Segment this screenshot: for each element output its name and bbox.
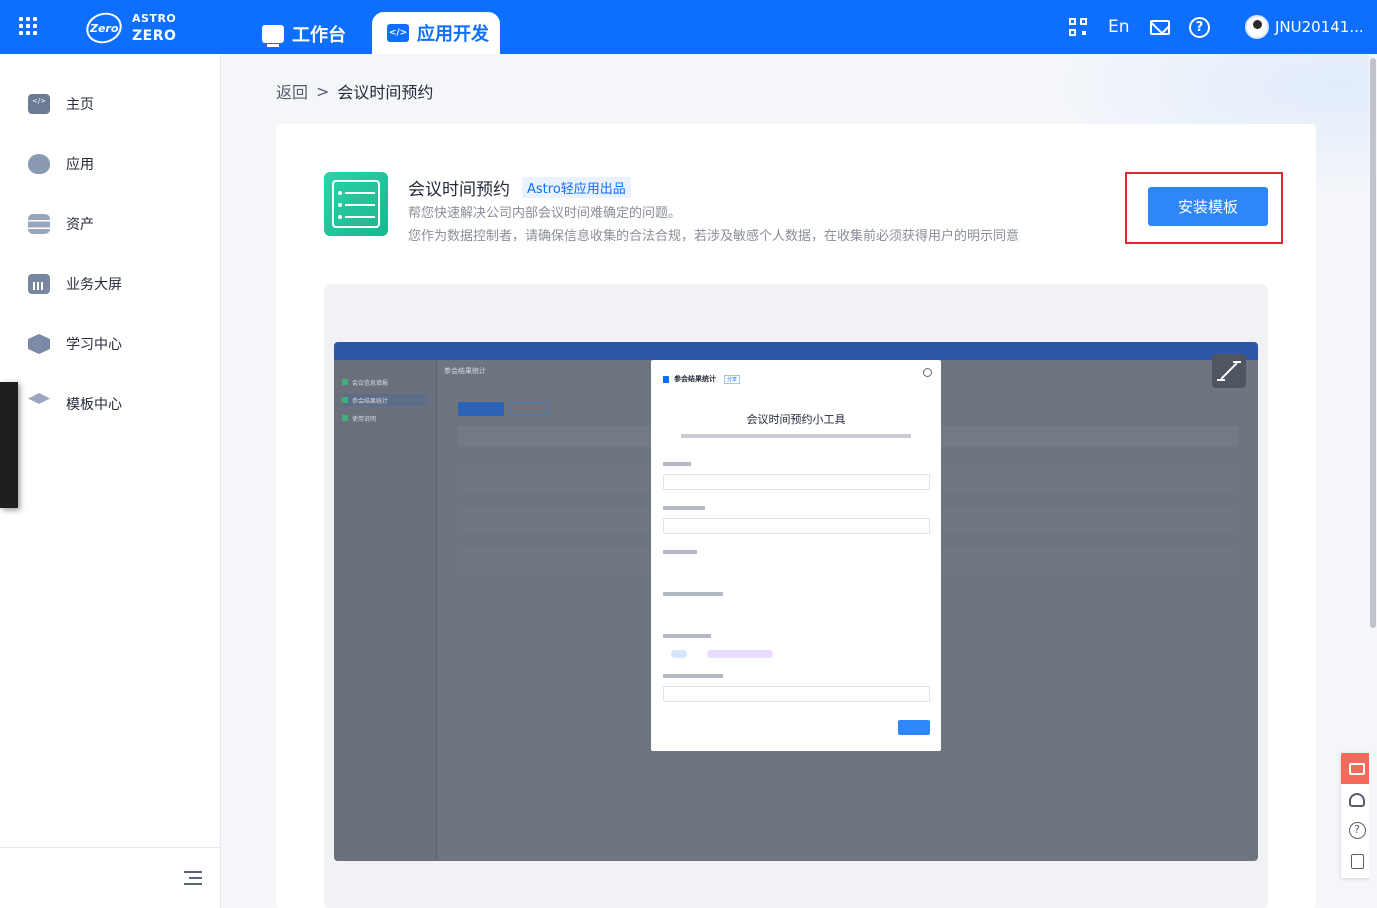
template-list-icon <box>324 172 388 236</box>
breadcrumb-back-link[interactable]: 返回 <box>276 79 308 103</box>
sidebar-item-apps[interactable]: 应用 <box>28 152 94 176</box>
sidebar-item-templates[interactable]: 模板中心 <box>28 392 122 416</box>
sidebar-item-label: 业务大屏 <box>66 277 122 293</box>
question-icon: ? <box>1348 822 1366 839</box>
preview-sidebar-item: 会议信息填报 <box>352 379 389 387</box>
install-template-button[interactable]: 安装模板 <box>1148 187 1268 226</box>
preview-modal: 参会结果统计 分享 会议时间预约小工具 <box>651 360 941 751</box>
user-name: JNU20141... <box>1275 18 1364 36</box>
database-icon <box>28 214 50 234</box>
privacy-notice: 您作为数据控制者，请确保信息收集的合法合规，若涉及敏感个人数据，在收集前必须获得… <box>408 229 1020 244</box>
breadcrumb: 返回 > 会议时间预约 <box>276 79 433 103</box>
sidebar-item-label: 资产 <box>66 217 94 233</box>
app-icon <box>28 154 50 174</box>
template-layers-icon <box>28 393 50 404</box>
template-preview-area: 会议信息填报 参会结果统计 使用说明 参会结果统计 参会结果统计 分享 会议时间… <box>324 284 1268 908</box>
help-icon[interactable]: ? <box>1189 0 1210 54</box>
preview-modal-header: 参会结果统计 <box>674 375 716 383</box>
chat-icon <box>1349 762 1365 775</box>
sidebar-item-label: 应用 <box>66 157 94 173</box>
template-preview-screenshot: 会议信息填报 参会结果统计 使用说明 参会结果统计 参会结果统计 分享 会议时间… <box>334 342 1258 861</box>
breadcrumb-separator: > <box>316 81 330 101</box>
tab-app-development-label: 应用开发 <box>417 24 489 45</box>
template-description: 帮您快速解决公司内部会议时间难确定的问题。 <box>408 206 682 221</box>
template-detail-card: 会议时间预约 Astro轻应用出品 帮您快速解决公司内部会议时间难确定的问题。 … <box>276 124 1316 908</box>
mail-icon[interactable] <box>1150 0 1170 54</box>
page-scrollbar-thumb[interactable] <box>1370 58 1376 628</box>
sidebar-item-dashboard[interactable]: 业务大屏 <box>28 272 122 296</box>
template-title: 会议时间预约 <box>408 180 510 200</box>
code-icon: </> <box>387 24 409 42</box>
collapse-sidebar-icon[interactable] <box>184 871 202 885</box>
tab-workbench[interactable]: 工作台 <box>262 13 346 54</box>
headset-icon <box>1349 792 1365 807</box>
sidebar-item-label: 模板中心 <box>66 397 122 413</box>
breadcrumb-current: 会议时间预约 <box>337 83 434 102</box>
sidebar-item-learning[interactable]: 学习中心 <box>28 332 122 356</box>
avatar <box>1245 15 1269 39</box>
astro-zero-logo[interactable]: Zero ASTRO ZERO <box>82 8 186 48</box>
sidebar: 主页 应用 资产 业务大屏 学习中心 模板中心 <box>0 54 221 908</box>
learning-icon <box>28 334 50 354</box>
app-grid-icon[interactable] <box>19 17 37 35</box>
template-title-row: 会议时间预约 Astro轻应用出品 <box>408 175 631 200</box>
feedback-edit-icon <box>1350 854 1364 869</box>
sidebar-divider <box>0 847 220 848</box>
sidebar-item-assets[interactable]: 资产 <box>28 212 94 236</box>
home-code-icon <box>28 94 50 114</box>
qr-code-icon[interactable] <box>1069 0 1089 54</box>
monitor-icon <box>262 24 284 47</box>
preview-modal-title: 会议时间预约小工具 <box>746 413 846 426</box>
preview-sidebar-item: 参会结果统计 <box>352 397 389 405</box>
sidebar-item-label: 主页 <box>66 97 94 113</box>
preview-modal-tag: 分享 <box>724 374 741 384</box>
preview-page-title: 参会结果统计 <box>444 367 486 375</box>
expand-preview-icon[interactable] <box>1212 354 1246 388</box>
tab-app-development[interactable]: </> 应用开发 <box>372 12 500 54</box>
top-bar: Zero ASTRO ZERO 工作台 </> 应用开发 En ? JNU201… <box>0 0 1377 54</box>
sidebar-item-home[interactable]: 主页 <box>28 92 94 116</box>
sidebar-item-label: 学习中心 <box>66 337 122 353</box>
floating-panel-edge <box>0 382 18 508</box>
preview-sidebar-item: 使用说明 <box>352 415 377 423</box>
bar-chart-icon <box>28 274 50 294</box>
tab-workbench-label: 工作台 <box>292 24 346 46</box>
language-switch[interactable]: En <box>1108 0 1130 54</box>
user-menu[interactable]: JNU20141... <box>1245 0 1364 54</box>
publisher-badge: Astro轻应用出品 <box>522 177 631 198</box>
